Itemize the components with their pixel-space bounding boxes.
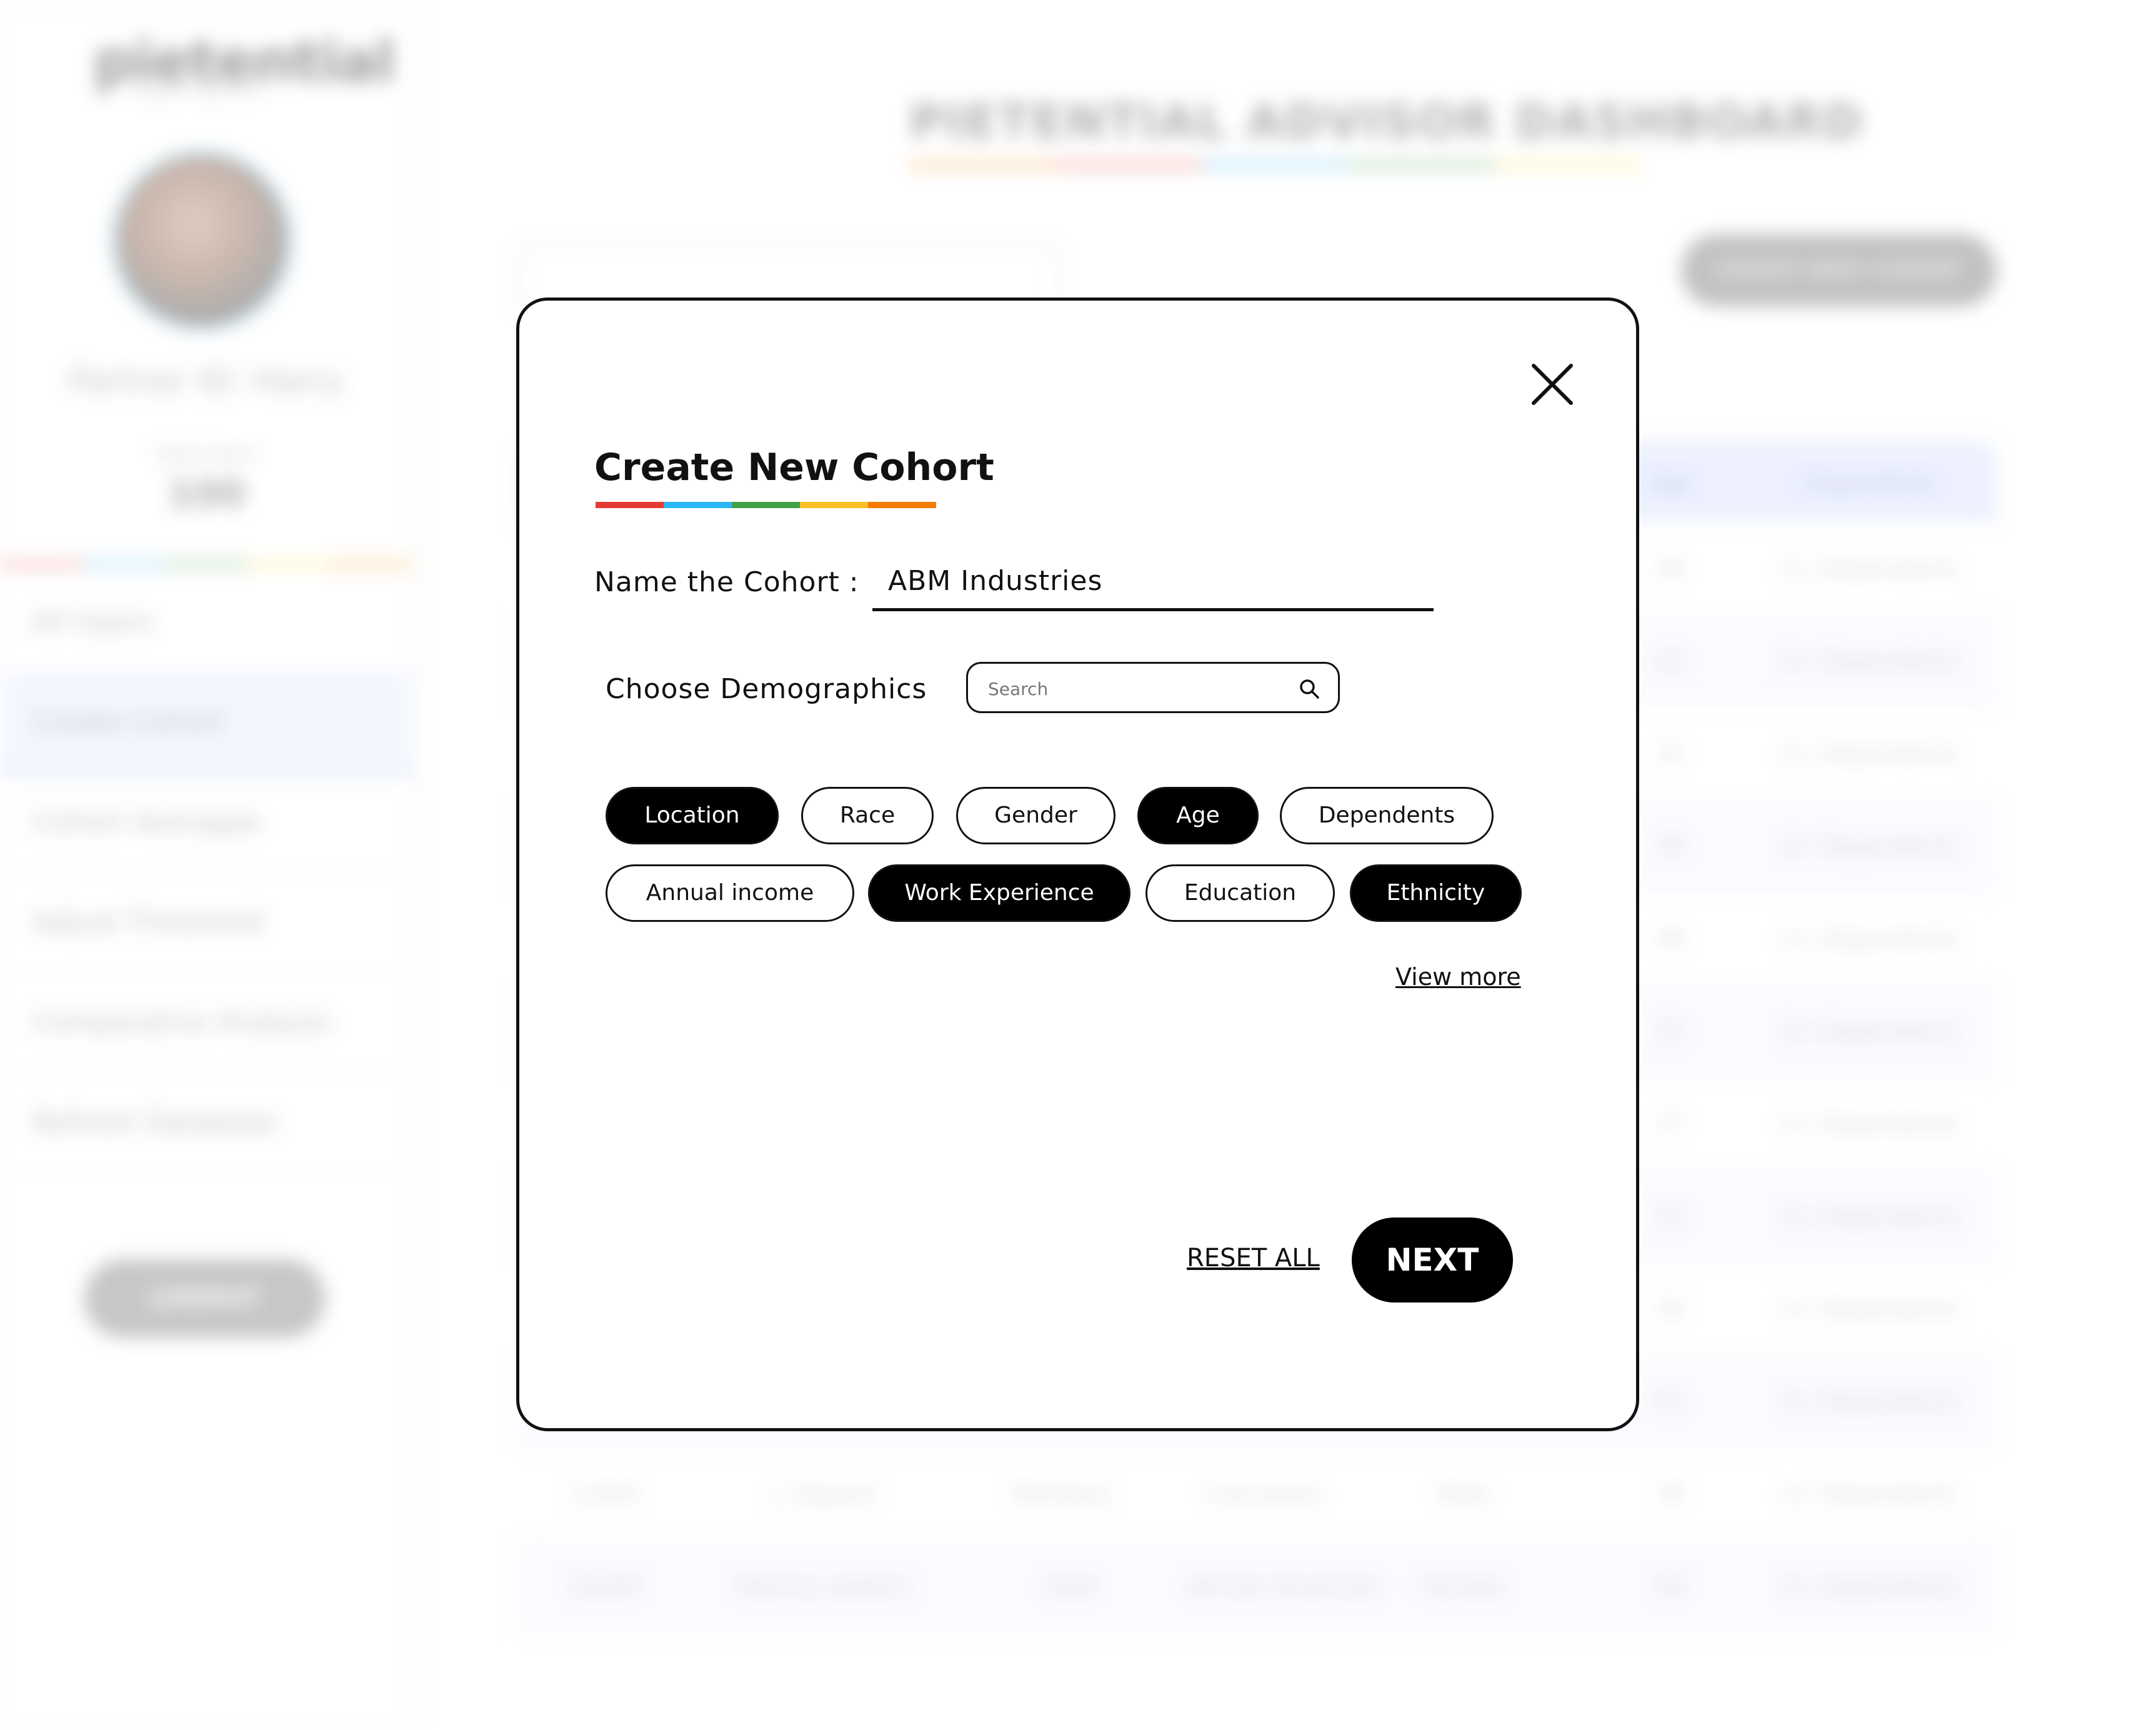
chip-age[interactable]: Age (1137, 787, 1259, 844)
cell-race: Caucasian (1206, 1481, 1322, 1507)
cell-name: J. Eppard (775, 1481, 876, 1507)
demographics-search[interactable] (966, 662, 1340, 713)
view-more-link[interactable]: View more (1395, 963, 1521, 991)
table-row[interactable]: 11492 J. Eppard Montana Caucasian Male 3… (519, 1447, 1997, 1541)
brand-tagline: SMART WEALTH (134, 84, 262, 99)
cell-state: Utah (1044, 1574, 1097, 1599)
sidebar-item-label: Refresh Database (32, 1106, 277, 1138)
cell-dependents: 2+ Dependents (1781, 1574, 1958, 1599)
sidebar-item-adjust-threshold[interactable]: Adjust Threshold (0, 872, 412, 973)
cell-dependents: 2+ Dependents (1781, 1204, 1958, 1229)
cell-dependents: 2+ Dependents (1781, 649, 1958, 674)
sidebar: pietential SMART WEALTH Partner ID: Harr… (0, 0, 412, 1730)
sidebar-item-cohort-averages[interactable]: Cohort Averages (0, 772, 412, 873)
cell-dependents: 2+ Dependents (1781, 1019, 1958, 1044)
cell-dependents: 2+ Dependents (1781, 834, 1958, 859)
modal-title: Create New Cohort (594, 446, 994, 489)
cell-name: Patricia walters (737, 1574, 910, 1599)
sidebar-item-create-cohort[interactable]: Create Cohort (0, 672, 412, 776)
cell-age: 29 (1656, 556, 1685, 582)
partner-id: Partner ID: Harry (69, 362, 344, 400)
cell-age: 35 (1656, 1019, 1685, 1044)
chip-location[interactable]: Location (606, 787, 779, 844)
chip-annual-income[interactable]: Annual income (606, 864, 854, 922)
create-new-cohort-button[interactable]: CREATE NEW COHORT (1681, 234, 1997, 306)
search-icon[interactable] (1298, 678, 1320, 700)
table-row[interactable]: 35204 Patricia walters Utah African Amer… (519, 1539, 1997, 1633)
sidebar-item-label: Cohort Averages (32, 806, 261, 838)
sidebar-item-label: Adjust Threshold (32, 906, 263, 938)
chip-work-experience[interactable]: Work Experience (868, 864, 1130, 922)
cell-gender: Male (1437, 1481, 1491, 1507)
sidebar-item-label: Create Cohort (32, 706, 225, 738)
cohort-name-input[interactable] (872, 554, 1434, 611)
dashboard-title-underline (909, 161, 1640, 169)
sidebar-item-refresh-database[interactable]: Refresh Database (0, 1072, 412, 1173)
cell-age: 32 (1656, 741, 1685, 767)
next-button[interactable]: NEXT (1352, 1218, 1513, 1302)
cell-age: 33 (1656, 1204, 1685, 1229)
cell-dependents: 2+ Dependents (1781, 1111, 1958, 1137)
title-underline (596, 502, 936, 508)
cell-id: 11492 (569, 1481, 641, 1507)
chip-ethnicity[interactable]: Ethnicity (1350, 864, 1522, 922)
sidebar-divider (0, 561, 412, 568)
cell-dependents: 2+ Dependents (1781, 1481, 1958, 1507)
column-header-age: Age (1650, 471, 1691, 496)
sidebar-item-all-users[interactable]: All Users (0, 572, 412, 673)
chip-gender[interactable]: Gender (956, 787, 1115, 844)
cell-id: 35204 (569, 1574, 641, 1599)
total-users-label: Total Users (155, 444, 257, 466)
cell-state: Montana (1012, 1481, 1110, 1507)
dashboard-title: PIETENTIAL ADVISOR DASHBOARD (909, 94, 1864, 149)
chip-dependents[interactable]: Dependents (1280, 787, 1494, 844)
column-header-dependents: Dependents (1806, 471, 1935, 496)
cell-dependents: 2+ Dependents (1781, 556, 1958, 582)
chip-race[interactable]: Race (801, 787, 934, 844)
sidebar-item-label: Comparative Analysis (32, 1006, 332, 1038)
cell-age: 59 (1656, 1574, 1685, 1599)
reset-all-button[interactable]: RESET ALL (1187, 1244, 1320, 1272)
cell-age: 41 (1656, 1389, 1685, 1414)
cell-dependents: 2+ Dependents (1781, 1296, 1958, 1322)
cell-age: 39 (1656, 1481, 1685, 1507)
cell-age: 56 (1656, 1296, 1685, 1322)
cell-dependents: 2+ Dependents (1781, 926, 1958, 952)
cell-dependents: 2+ Dependents (1781, 741, 1958, 767)
cell-age: 48 (1656, 926, 1685, 952)
create-cohort-modal: Create New Cohort Name the Cohort : Choo… (516, 298, 1639, 1431)
choose-demographics-label: Choose Demographics (606, 673, 927, 705)
chip-education[interactable]: Education (1145, 864, 1335, 922)
cohort-name-label: Name the Cohort : (594, 566, 859, 598)
avatar (111, 150, 292, 331)
cell-age: 42 (1656, 649, 1685, 674)
demographics-search-input[interactable] (987, 672, 1289, 705)
logout-button[interactable]: LOGOUT (84, 1259, 325, 1338)
sidebar-item-comparative-analysis[interactable]: Comparative Analysis (0, 972, 412, 1073)
cell-dependents: 2+ Dependents (1781, 1389, 1958, 1414)
sidebar-item-label: All Users (32, 606, 152, 638)
total-users-value: 100 (167, 472, 246, 516)
cell-gender: Female (1422, 1574, 1504, 1599)
close-icon[interactable] (1530, 362, 1575, 407)
cell-age: 39 (1656, 834, 1685, 859)
cell-race: African American (1187, 1574, 1380, 1599)
cell-age: 27 (1656, 1111, 1685, 1137)
